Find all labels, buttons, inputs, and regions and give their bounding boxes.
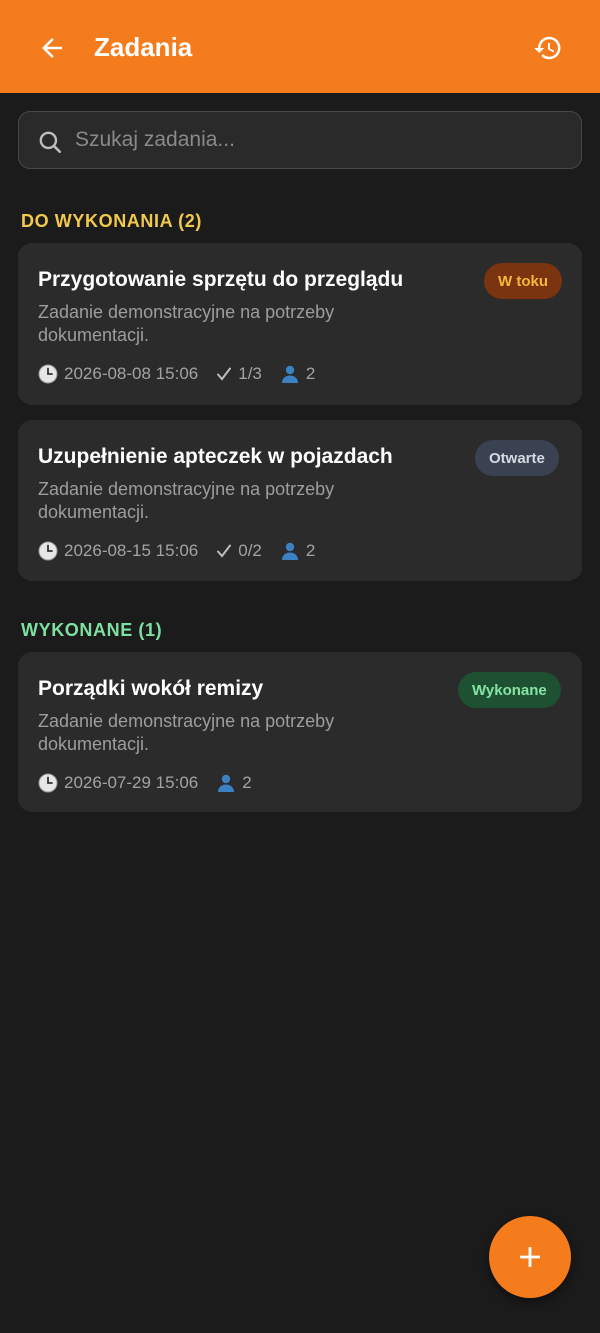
- arrow-left-icon: [42, 38, 62, 58]
- task-card[interactable]: Przygotowanie sprzętu do przeglądu W tok…: [18, 243, 582, 405]
- check-icon: [217, 544, 232, 558]
- plus-icon: [520, 1247, 540, 1267]
- task-title: Porządki wokół remizy: [38, 677, 264, 700]
- checklist-text: 0/2: [238, 541, 262, 560]
- clock-icon: [38, 541, 58, 561]
- task-title: Uzupełnienie apteczek w pojazdach: [38, 445, 393, 468]
- task-meta: 2026-08-08 15:06 1/3 2: [38, 362, 333, 386]
- page-title: Zadania: [94, 32, 193, 62]
- assignees-count: 2: [305, 364, 316, 383]
- due-date: 2026-08-08 15:06: [38, 364, 198, 384]
- person-icon: [281, 542, 298, 560]
- clock-icon: [38, 364, 58, 384]
- assignees-count: 2: [305, 541, 316, 560]
- task-meta: 2026-08-15 15:06 0/2 2: [38, 539, 333, 563]
- search-input[interactable]: [75, 112, 565, 168]
- due-date-text: 2026-07-29 15:06: [64, 773, 199, 792]
- back-button[interactable]: [30, 26, 74, 70]
- checklist-progress: 1/3: [216, 364, 262, 384]
- due-date: 2026-08-15 15:06: [38, 541, 198, 561]
- due-date-text: 2026-08-08 15:06: [64, 364, 199, 383]
- check-icon: [217, 367, 232, 381]
- task-card[interactable]: Uzupełnienie apteczek w pojazdach Otwart…: [18, 420, 582, 581]
- person-icon: [218, 774, 235, 792]
- section-title-done: WYKONANE (1): [21, 620, 163, 640]
- task-description: Zadanie demonstracyjne na potrzeby dokum…: [38, 479, 335, 522]
- assignees-count: 2: [242, 773, 252, 792]
- search-icon: [39, 131, 62, 154]
- history-button[interactable]: [526, 26, 570, 70]
- due-date-text: 2026-08-15 15:06: [64, 541, 199, 560]
- search-bar: [18, 111, 582, 169]
- checklist-progress: 0/2: [216, 541, 262, 561]
- section-title-todo: DO WYKONANIA (2): [21, 211, 202, 231]
- status-badge: Otwarte: [475, 440, 559, 476]
- add-task-button[interactable]: [489, 1216, 571, 1298]
- status-badge: Wykonane: [458, 672, 561, 708]
- assignees: 2: [280, 364, 315, 384]
- person-icon: [281, 365, 298, 383]
- clock-icon: [38, 773, 58, 793]
- task-description: Zadanie demonstracyjne na potrzeby dokum…: [38, 711, 335, 754]
- app-bar: Zadania: [0, 0, 600, 93]
- assignees: 2: [280, 541, 315, 561]
- task-card[interactable]: Porządki wokół remizy Wykonane Zadanie d…: [18, 652, 582, 812]
- task-description: Zadanie demonstracyjne na potrzeby dokum…: [38, 302, 335, 345]
- due-date: 2026-07-29 15:06: [38, 773, 198, 793]
- checklist-text: 1/3: [238, 364, 262, 383]
- assignees: 2: [216, 773, 252, 793]
- history-icon: [534, 36, 561, 60]
- status-badge: W toku: [484, 263, 562, 299]
- task-title: Przygotowanie sprzętu do przeglądu: [38, 268, 404, 291]
- task-meta: 2026-07-29 15:06 2: [38, 771, 270, 795]
